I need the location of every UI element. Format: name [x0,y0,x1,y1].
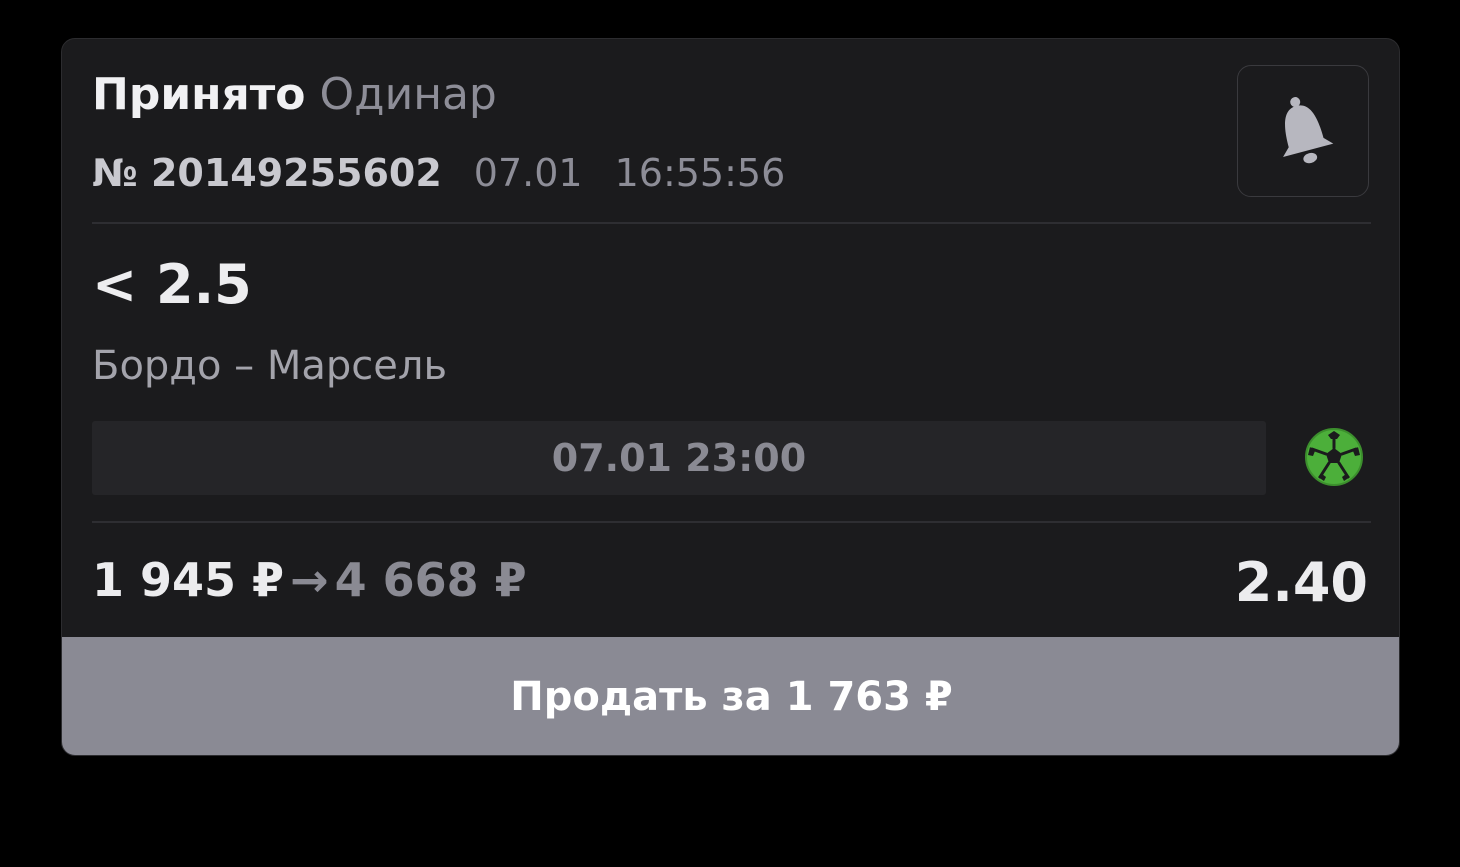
bet-date: 07.01 [473,151,583,195]
bet-meta: № 20149255602 07.01 16:55:56 [92,149,785,197]
bet-status: Принято [92,69,306,120]
bet-header: Принято Одинар [92,67,497,123]
arrow-right-icon: → [290,553,329,607]
sell-button-label: Продать за 1 763 ₽ [510,674,953,720]
divider [92,222,1371,224]
match-start-bar: 07.01 23:00 [92,421,1266,495]
bet-time: 16:55:56 [614,151,786,195]
bet-odds: 2.40 [1234,551,1368,614]
bet-card: Принято Одинар № 20149255602 07.01 16:55:56… [61,38,1400,756]
notify-button[interactable] [1237,65,1369,197]
payout-amount: 4 668 ₽ [334,553,527,607]
divider [92,521,1371,523]
amounts: 1 945 ₽ → 4 668 ₽ [92,551,527,609]
sell-button[interactable]: Продать за 1 763 ₽ [62,637,1399,755]
soccer-ball-icon [1305,428,1363,486]
bet-outcome: < 2.5 [92,253,252,316]
match-start-time: 07.01 23:00 [551,436,807,480]
match-name: Бордо – Марсель [92,343,448,389]
stake-amount: 1 945 ₽ [92,553,285,607]
ticket-number: № 20149255602 [92,151,442,195]
bet-type: Одинар [319,69,497,120]
bell-icon [1283,97,1334,164]
